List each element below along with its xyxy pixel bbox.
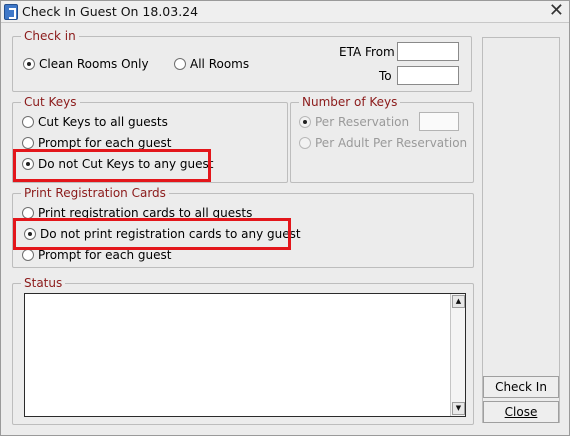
print-cards-none-label: Do not print registration cards to any g… [40,227,301,241]
cut-keys-none-label: Do not Cut Keys to any guest [38,157,214,171]
cut-keys-legend: Cut Keys [21,95,80,109]
button-panel: Check In Close [482,37,560,423]
radio-unselected-icon [174,58,186,70]
radio-unselected-icon [22,249,34,261]
radio-unselected-icon [22,116,34,128]
title-bar: Check In Guest On 18.03.24 ✕ [1,1,569,23]
cut-keys-all-label: Cut Keys to all guests [38,115,168,129]
cut-keys-none-radio[interactable]: Do not Cut Keys to any guest [22,157,214,171]
radio-unselected-icon [22,207,34,219]
clean-rooms-only-label: Clean Rooms Only [39,57,149,71]
per-reservation-input[interactable] [419,112,459,131]
clean-rooms-only-radio[interactable]: Clean Rooms Only [23,57,149,71]
print-cards-none-radio[interactable]: Do not print registration cards to any g… [24,227,301,241]
print-cards-legend: Print Registration Cards [21,186,169,200]
radio-selected-icon [23,58,35,70]
status-legend: Status [21,276,66,290]
print-cards-all-label: Print registration cards to all guests [38,206,253,220]
per-reservation-radio[interactable]: Per Reservation [299,115,409,129]
close-icon[interactable]: ✕ [549,1,564,21]
check-in-dialog: Check In Guest On 18.03.24 ✕ Check in Cl… [0,0,570,436]
print-cards-all-radio[interactable]: Print registration cards to all guests [22,206,252,220]
eta-from-input[interactable] [397,42,459,61]
app-icon [4,4,18,20]
cut-keys-prompt-radio[interactable]: Prompt for each guest [22,136,172,150]
radio-unselected-icon [22,137,34,149]
number-of-keys-legend: Number of Keys [299,95,401,109]
per-adult-radio[interactable]: Per Adult Per Reservation [299,136,467,150]
eta-to-label: To [379,69,392,83]
per-reservation-label: Per Reservation [315,115,410,129]
eta-from-label: ETA From [339,45,395,59]
close-button[interactable]: Close [483,401,559,423]
scroll-up-icon[interactable]: ▲ [452,295,465,308]
radio-selected-icon [299,116,311,128]
radio-selected-icon [22,158,34,170]
radio-unselected-icon [299,137,311,149]
cut-keys-all-radio[interactable]: Cut Keys to all guests [22,115,168,129]
per-adult-label: Per Adult Per Reservation [315,136,468,150]
status-scrollbar[interactable]: ▲ ▼ [450,294,465,416]
cut-keys-prompt-label: Prompt for each guest [38,136,172,150]
print-cards-prompt-label: Prompt for each guest [38,248,172,262]
check-in-button[interactable]: Check In [483,376,559,398]
print-cards-prompt-radio[interactable]: Prompt for each guest [22,248,172,262]
window-title: Check In Guest On 18.03.24 [22,4,199,19]
all-rooms-label: All Rooms [190,57,250,71]
all-rooms-radio[interactable]: All Rooms [174,57,249,71]
eta-to-input[interactable] [397,66,459,85]
radio-selected-icon [24,228,36,240]
check-in-legend: Check in [21,29,79,43]
status-textarea[interactable]: ▲ ▼ [24,293,466,417]
scroll-down-icon[interactable]: ▼ [452,402,465,415]
